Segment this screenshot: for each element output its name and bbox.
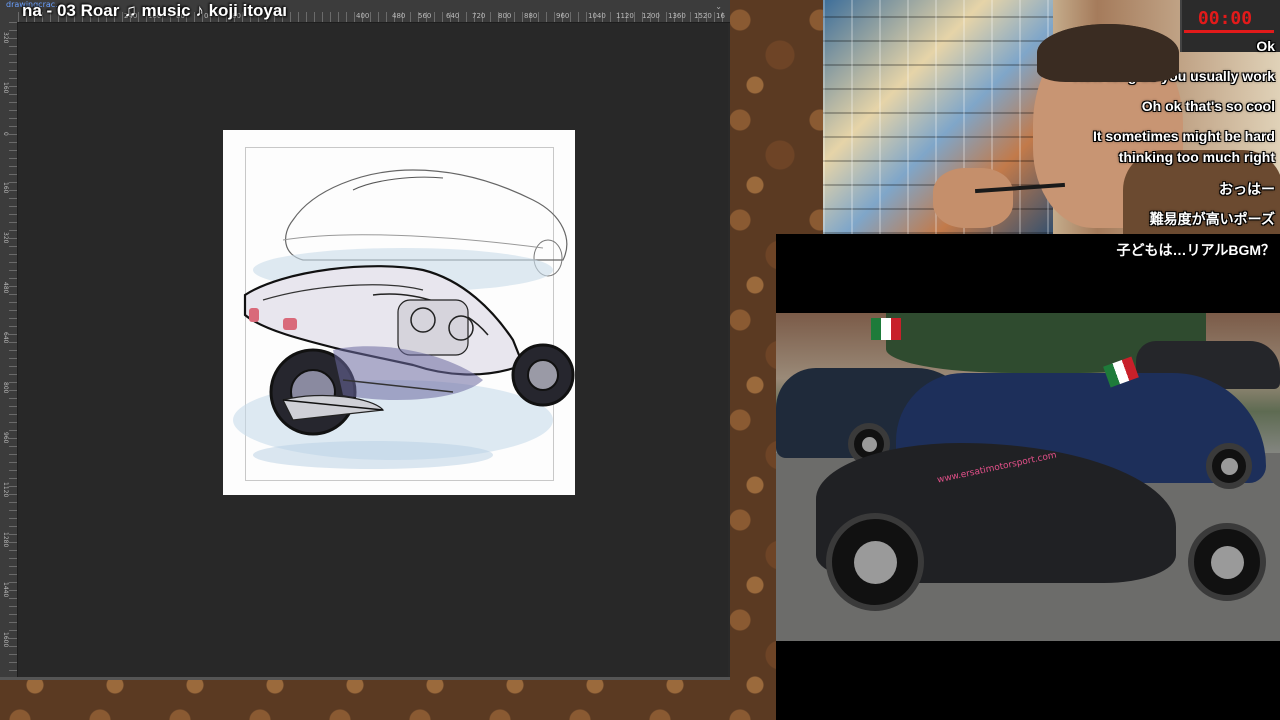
chat-comment: thinking too much right: [1118, 149, 1275, 165]
ruler-label: 320: [2, 232, 9, 244]
chat-comment: 子どもは…リアルBGM？: [1116, 242, 1275, 258]
ruler-label: 1360: [668, 12, 686, 20]
ruler-label: 1040: [588, 12, 606, 20]
ruler-label: 160: [2, 82, 9, 94]
motorcycle-trike-sketch: [233, 169, 575, 469]
chat-comment: おっはー: [1219, 181, 1275, 197]
chat-comment: Ok: [1256, 38, 1275, 54]
ruler-label: 640: [2, 332, 9, 344]
italian-flag: [871, 318, 901, 340]
ruler-label: 1120: [616, 12, 634, 20]
ruler-label: 800: [2, 382, 9, 394]
ruler-label: 1440: [2, 582, 9, 598]
ruler-label: 480: [392, 12, 406, 20]
drawing-paper[interactable]: [223, 130, 575, 495]
ruler-label: 0: [2, 132, 9, 136]
ruler-label: 640: [446, 12, 460, 20]
chat-comment: It sometimes might be hard: [1092, 128, 1275, 144]
now-playing-overlay: na - 03 Roar ♫ music ♪ koji itoyaı: [0, 0, 360, 22]
ruler-label: 1200: [642, 12, 660, 20]
ruler-label: 320: [2, 32, 9, 44]
chat-comment: Oh ok that's so cool: [1141, 98, 1275, 114]
horizontal-scrollbar[interactable]: [0, 677, 730, 680]
ruler-label: 1280: [2, 532, 9, 548]
trike-wheel: [826, 513, 924, 611]
ruler-label: 480: [2, 282, 9, 294]
ruler-label: 960: [556, 12, 570, 20]
ruler-label: 1120: [2, 482, 9, 498]
now-playing-text: na - 03 Roar ♫ music ♪ koji itoyaı: [22, 1, 287, 20]
ruler-label: 800: [498, 12, 512, 20]
ruler-label: 880: [524, 12, 538, 20]
ruler-label: 160: [2, 182, 9, 194]
ruler-label: 720: [472, 12, 486, 20]
chat-comment: 難易度が高いポーズ: [1149, 211, 1275, 227]
ruler-label: 1600: [2, 632, 9, 648]
timer-progress-bar: [1184, 30, 1274, 33]
reference-photo: www.ersatimotorsport.com: [776, 313, 1280, 641]
ruler-vertical: 320 160 0 160 320 480 640 800 960 1120 1…: [0, 22, 18, 677]
chevron-down-icon[interactable]: ⌄: [715, 2, 722, 11]
ruler-label: 16: [716, 12, 725, 20]
ruler-label: 1520: [694, 12, 712, 20]
sedan-wheel: [1206, 443, 1252, 489]
ruler-label: 560: [418, 12, 432, 20]
timer-display: 00:00: [1197, 8, 1253, 29]
streamer-hand: [933, 168, 1013, 228]
trike-wheel: [1188, 523, 1266, 601]
ruler-label: 960: [2, 432, 9, 444]
drawing-editor-window: drawingcrac... ⌄ 240 160 80 0 80 400 480…: [0, 0, 730, 680]
